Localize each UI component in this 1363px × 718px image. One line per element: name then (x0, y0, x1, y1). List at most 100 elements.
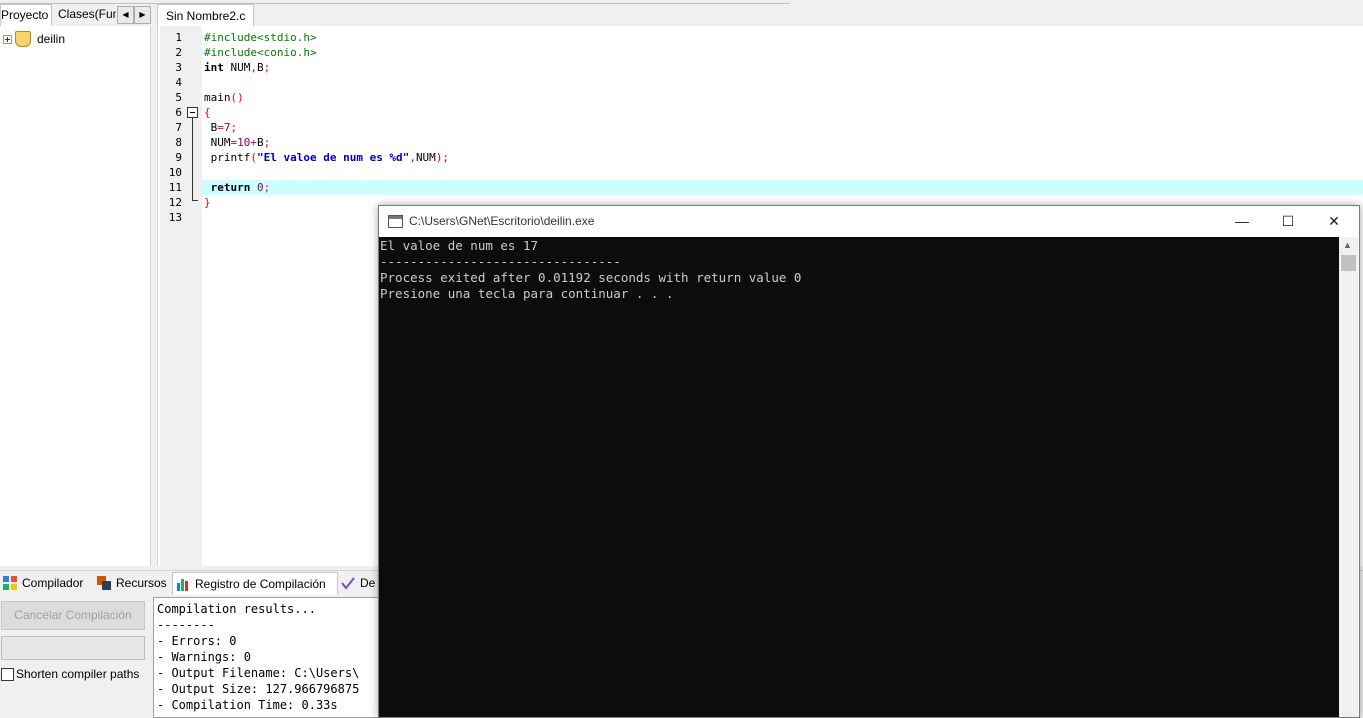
code-line: NUM=10+B; (204, 135, 271, 150)
code-token: NUM (223, 61, 251, 74)
line-number: 1 (175, 31, 182, 44)
plus-expand-icon[interactable] (3, 34, 12, 44)
chart-icon (177, 579, 188, 591)
line-number: 11 (168, 181, 182, 194)
code-line: { (204, 105, 211, 120)
tab-proyecto[interactable]: Proyecto (0, 4, 52, 26)
code-token: NUM (415, 151, 436, 164)
code-token: B (204, 121, 218, 134)
scroll-up-icon[interactable]: ▲ (1343, 240, 1352, 250)
log-line: -------- (157, 618, 215, 632)
code-token: 7 (223, 121, 231, 134)
tab-registro-compilacion[interactable]: Registro de Compilación (172, 572, 338, 595)
tab-compilador[interactable]: Compilador (0, 572, 92, 594)
debug-check-icon (341, 577, 355, 590)
code-line: main() (204, 90, 244, 105)
code-line: return 0; (204, 180, 271, 195)
log-line: - Warnings: 0 (157, 650, 251, 664)
line-number: 2 (175, 46, 182, 59)
line-number: 8 (175, 136, 182, 149)
tab-scroll-left-button[interactable]: ◀ (117, 6, 134, 24)
line-number: 3 (175, 61, 182, 74)
line-number: 7 (175, 121, 182, 134)
code-token: } (204, 196, 211, 209)
code-line: #include<conio.h> (204, 45, 317, 60)
code-line: B=7; (204, 120, 238, 135)
console-line: -------------------------------- (380, 254, 621, 269)
console-output[interactable]: El valoe de num es 17 ------------------… (379, 237, 1339, 717)
code-token: "El valoe de num es %d" (256, 151, 410, 164)
log-line: - Compilation Time: 0.33s (157, 698, 338, 712)
code-token: main (204, 91, 231, 104)
code-token: B (257, 136, 264, 149)
left-panel-tabs: Proyecto Clases(Fun ◀ ▶ (0, 4, 156, 26)
console-window[interactable]: C:\Users\GNet\Escritorio\deilin.exe — ☐ … (378, 205, 1360, 718)
console-line: Process exited after 0.01192 seconds wit… (380, 270, 802, 285)
code-token: 0 (257, 181, 264, 194)
code-token: () (230, 91, 244, 104)
console-title-bar[interactable]: C:\Users\GNet\Escritorio\deilin.exe — ☐ … (379, 206, 1359, 237)
code-token: + (250, 136, 257, 149)
minimize-icon[interactable]: — (1219, 206, 1265, 237)
build-controls: Cancelar Compilación Shorten compiler pa… (0, 596, 150, 716)
code-token: , (250, 61, 257, 74)
current-line-highlight (202, 180, 1363, 195)
code-line: printf("El valoe de num es %d",NUM); (204, 150, 449, 165)
code-token: { (204, 106, 211, 119)
tab-clases[interactable]: Clases(Fun (58, 4, 116, 25)
line-number: 6 (175, 106, 182, 119)
tree-item-project[interactable]: deilin (3, 31, 65, 47)
line-number: 9 (175, 151, 182, 164)
console-title: C:\Users\GNet\Escritorio\deilin.exe (409, 214, 595, 228)
maximize-icon[interactable]: ☐ (1265, 206, 1311, 237)
code-token: 10 (237, 136, 251, 149)
compile-progress-bar (1, 636, 145, 660)
console-app-icon (388, 215, 403, 228)
code-token: ; (263, 136, 271, 149)
tab-recursos[interactable]: Recursos (94, 572, 170, 594)
tree-item-label: deilin (37, 32, 66, 46)
code-token: NUM (204, 136, 231, 149)
code-token: ; (230, 121, 238, 134)
console-line: El valoe de num es 17 (380, 238, 539, 253)
code-token: = (217, 121, 224, 134)
code-token: , (409, 151, 416, 164)
tab-depurar[interactable]: De (338, 572, 380, 594)
line-number: 10 (168, 166, 182, 179)
resources-icon (97, 576, 111, 590)
project-tree: deilin (0, 26, 151, 566)
shorten-paths-label: Shorten compiler paths (16, 667, 140, 681)
editor-tab-file[interactable]: Sin Nombre2.c (157, 4, 255, 27)
compile-log[interactable]: Compilation results... -------- - Errors… (153, 597, 395, 718)
cancel-compilation-button[interactable]: Cancelar Compilación (1, 601, 145, 630)
log-line: Compilation results... (157, 602, 316, 616)
code-token: printf (204, 151, 251, 164)
close-icon[interactable]: ✕ (1311, 206, 1357, 237)
tab-scroll-right-button[interactable]: ▶ (134, 6, 151, 24)
code-token: return (210, 181, 251, 194)
line-gutter: 1 2 3 4 5 6 7 8 9 10 11 12 13 (160, 26, 202, 566)
shorten-paths-checkbox[interactable] (1, 668, 14, 681)
code-token: ; (263, 61, 271, 74)
code-line: #include<stdio.h> (204, 30, 317, 45)
scroll-thumb[interactable] (1341, 255, 1356, 271)
code-line: int NUM,B; (204, 60, 270, 75)
project-icon (15, 31, 31, 47)
console-scrollbar[interactable]: ▲ (1339, 237, 1358, 717)
code-token: ( (250, 151, 257, 164)
log-line: - Output Filename: C:\Users\ (157, 666, 360, 680)
compiler-icon (3, 576, 17, 590)
log-line: - Errors: 0 (157, 634, 237, 648)
line-number: 5 (175, 91, 182, 104)
console-line: Presione una tecla para continuar . . . (380, 286, 674, 301)
fold-line-end (192, 200, 198, 201)
code-token: ); (435, 151, 450, 164)
code-token: ; (263, 181, 271, 194)
log-line: - Output Size: 127.966796875 (157, 682, 360, 696)
code-token: #include<conio.h> (204, 46, 317, 59)
line-number: 13 (168, 211, 182, 224)
fold-toggle-icon[interactable] (187, 107, 198, 118)
code-line: } (204, 195, 211, 210)
code-token: int (204, 61, 224, 74)
